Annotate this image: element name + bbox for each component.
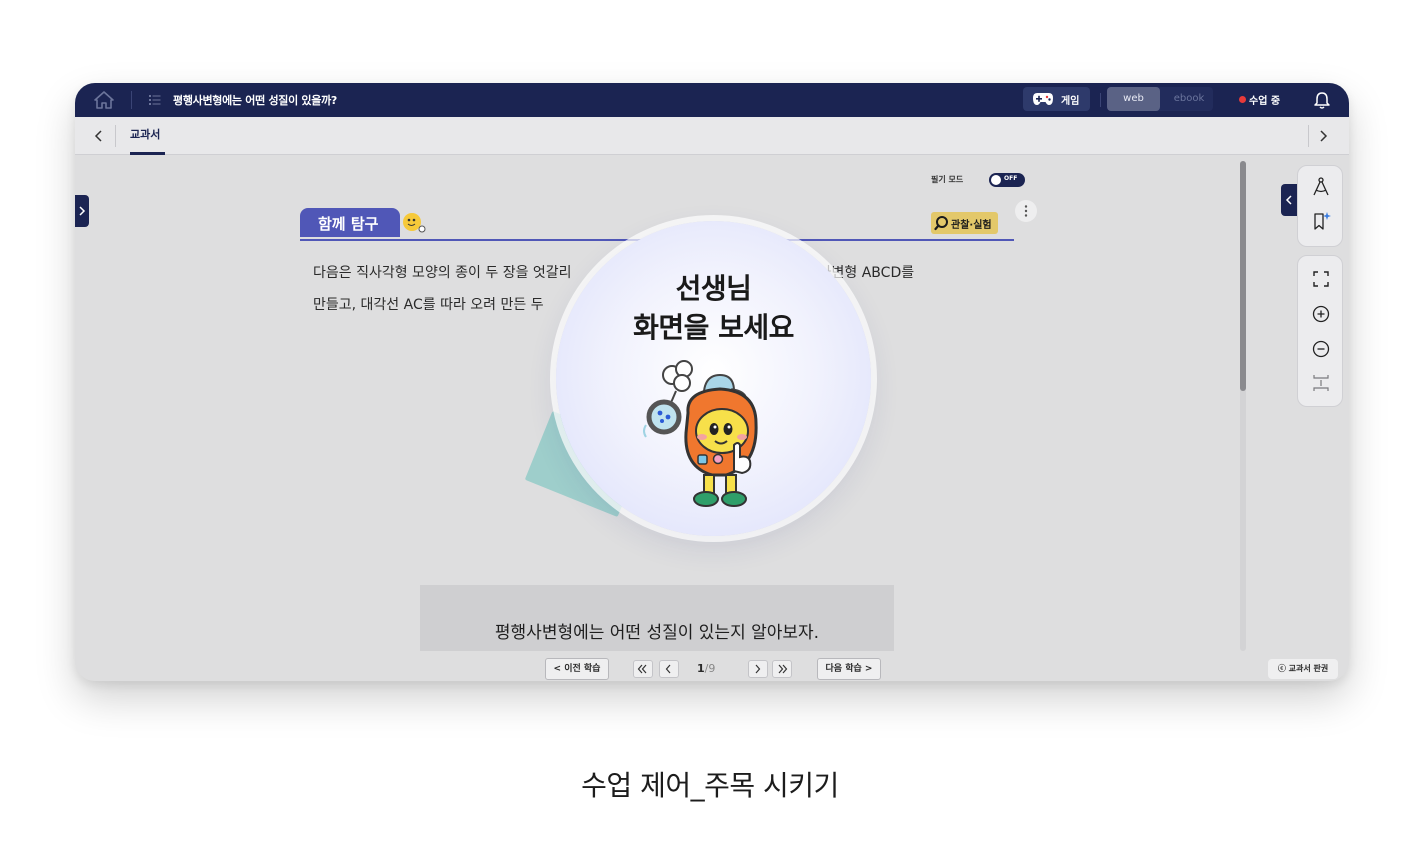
view-mode-switch: web ebook [1107, 87, 1213, 111]
view-mode-ebook[interactable]: ebook [1165, 87, 1213, 111]
next-page-button[interactable] [748, 660, 768, 678]
more-vertical-icon [1024, 205, 1028, 217]
copyright-button[interactable]: ⓒ 교과서 판권 [1268, 659, 1338, 679]
mascot-small-icon [403, 213, 426, 233]
chevron-right-icon[interactable] [1316, 129, 1330, 143]
attention-overlay: 선생님 화면을 보세요 [556, 221, 871, 536]
view-mode-web[interactable]: web [1107, 87, 1160, 111]
more-options-button[interactable] [1015, 200, 1037, 222]
paragraph-text: 다음은 직사각형 모양의 종이 두 장을 엇갈리 [313, 265, 572, 281]
tool-panel-primary [1297, 165, 1343, 247]
section-badge: 함께 탐구 [300, 208, 400, 237]
fit-height-icon[interactable] [1310, 372, 1332, 394]
scrollbar-thumb[interactable] [1240, 161, 1246, 391]
observation-tag-label: 관찰·실험 [951, 220, 992, 231]
divider [1308, 125, 1309, 147]
magnifier-icon [934, 216, 948, 231]
gamepad-icon [1033, 93, 1053, 105]
tool-panel-view [1297, 255, 1343, 407]
pen-mode-label: 필기 모드 [931, 175, 964, 184]
paragraph-text: 만들고, 대각선 AC를 따라 오려 만든 두 [313, 297, 544, 313]
chevron-right-icon [755, 664, 761, 674]
live-status-dot [1239, 96, 1246, 103]
divider [131, 91, 132, 109]
chevron-left-icon [665, 664, 671, 674]
left-panel-toggle[interactable] [75, 195, 89, 227]
double-chevron-left-icon [637, 664, 647, 674]
chevron-right-icon [79, 206, 86, 216]
double-chevron-right-icon [778, 664, 788, 674]
last-page-button[interactable] [772, 660, 792, 678]
prev-lesson-button[interactable]: < 이전 학습 [545, 658, 609, 680]
zoom-out-icon[interactable] [1310, 338, 1332, 360]
game-label: 게임 [1061, 96, 1080, 107]
toggle-state: OFF [1004, 175, 1018, 182]
slide-caption: 수업 제어_주목 시키기 [581, 769, 839, 802]
section-badge-label: 함께 탐구 [318, 215, 379, 233]
lesson-title: 평행사변형에는 어떤 성질이 있을까? [173, 94, 337, 107]
divider [1100, 93, 1101, 107]
pen-mode-toggle[interactable]: OFF [989, 173, 1025, 187]
overlay-message: 선생님 화면을 보세요 [556, 269, 871, 347]
class-status-label: 수업 중 [1249, 96, 1281, 107]
prev-page-button[interactable] [659, 660, 679, 678]
observation-tag: 관찰·실험 [931, 212, 998, 234]
chevron-left-icon[interactable] [92, 129, 106, 143]
divider [115, 125, 116, 147]
bell-icon[interactable] [1312, 90, 1332, 110]
compass-icon[interactable] [1310, 176, 1332, 198]
tab-textbook[interactable]: 교과서 [130, 126, 160, 142]
mascot-character-icon [643, 360, 758, 507]
learning-goal-box: 평행사변형에는 어떤 성질이 있는지 알아보자. [420, 585, 894, 651]
fullscreen-icon[interactable] [1310, 268, 1332, 290]
ai-bookmark-icon[interactable] [1310, 210, 1332, 232]
list-icon[interactable] [149, 94, 161, 106]
tab-bar: 교과서 [75, 117, 1349, 155]
top-bar: 평행사변형에는 어떤 성질이 있을까? 게임 web ebook 수업 중 [75, 83, 1349, 117]
first-page-button[interactable] [633, 660, 653, 678]
current-page: 1 [697, 662, 705, 675]
overlay-title-line: 선생님 [675, 272, 752, 305]
total-pages: 9 [708, 662, 716, 675]
learning-goal-text: 평행사변형에는 어떤 성질이 있는지 알아보자. [494, 623, 820, 643]
home-icon[interactable] [93, 90, 115, 110]
right-panel-toggle[interactable] [1281, 184, 1297, 216]
pagination-bar: < 이전 학습 1/9 다음 학습 > ⓒ 교과서 판권 [75, 658, 1349, 681]
game-button[interactable]: 게임 [1023, 87, 1090, 111]
overlay-title-line: 화면을 보세요 [633, 311, 794, 344]
toggle-knob [991, 175, 1001, 185]
chevron-left-icon [1285, 195, 1292, 205]
next-lesson-button[interactable]: 다음 학습 > [817, 658, 881, 680]
page-indicator: 1/9 [697, 662, 715, 675]
zoom-in-icon[interactable] [1310, 303, 1332, 325]
